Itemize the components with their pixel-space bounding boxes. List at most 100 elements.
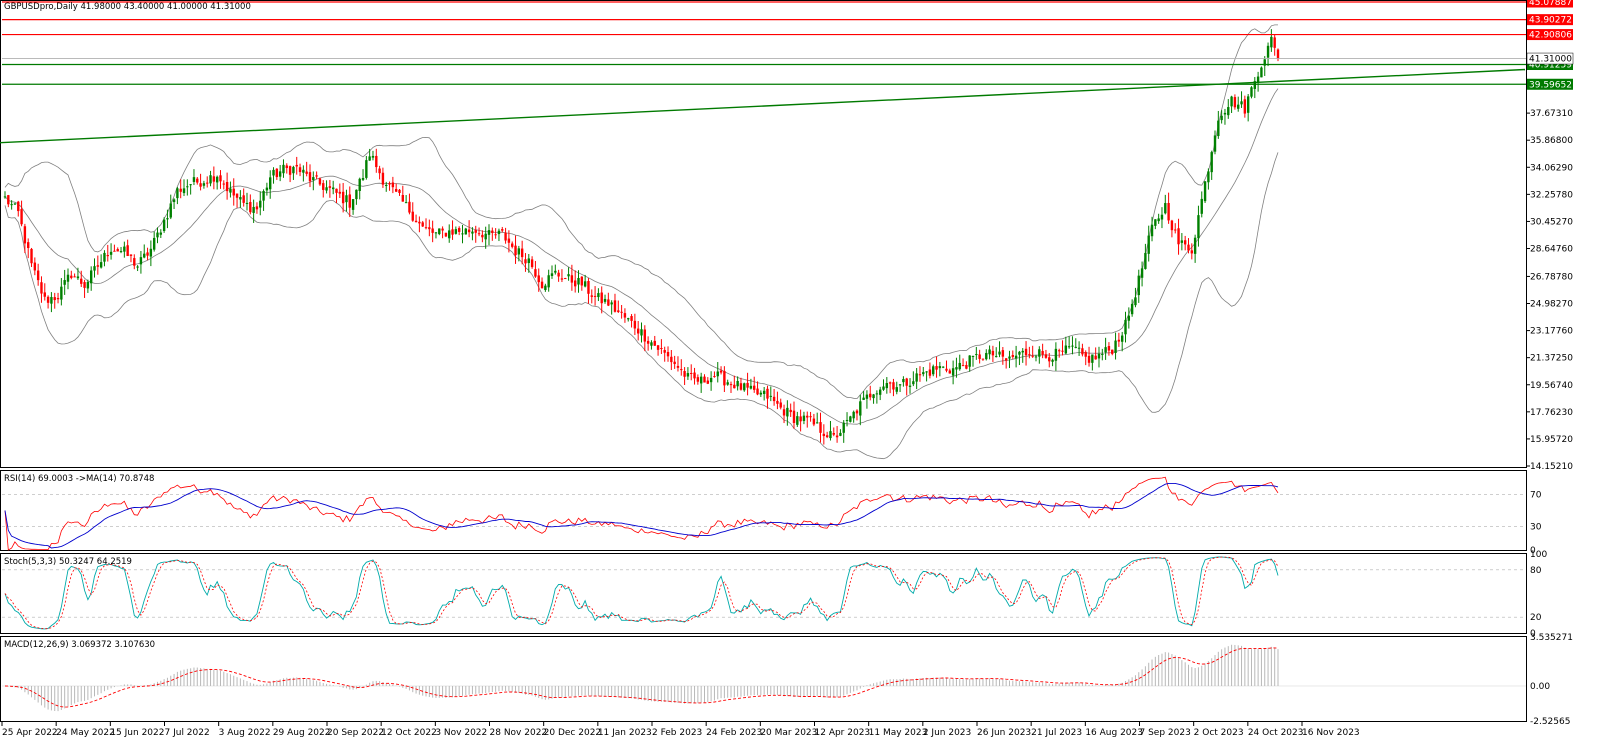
candle-body — [981, 358, 985, 360]
candle-body — [892, 382, 895, 390]
candle-body — [646, 340, 650, 344]
candle-body — [1114, 340, 1117, 353]
candle-body — [219, 175, 222, 182]
candle-body — [1246, 96, 1250, 113]
candle-body — [315, 175, 318, 177]
candle-body — [723, 370, 726, 386]
candle-body — [431, 228, 434, 233]
candle-body — [1104, 347, 1107, 353]
candle-body — [1011, 355, 1014, 357]
candle-body — [275, 168, 279, 178]
candle-body — [603, 298, 607, 302]
candle-body — [779, 402, 782, 408]
candle-body — [318, 178, 322, 185]
resistance-level-line-label: 45.07887 — [1529, 0, 1572, 8]
candle-body — [156, 232, 159, 238]
candle-body — [1177, 228, 1180, 245]
candle-body — [898, 384, 902, 386]
candle-body — [1031, 355, 1034, 357]
candle-body — [103, 252, 106, 262]
candle-body — [133, 258, 136, 266]
ascending-trendline[interactable] — [0, 68, 1526, 144]
candle-body — [206, 182, 209, 184]
candle-body — [912, 381, 915, 385]
candle-body — [40, 282, 43, 294]
candle-body — [73, 276, 76, 278]
candle-body — [448, 230, 451, 239]
candle-body — [451, 229, 454, 235]
candle-body — [99, 262, 103, 268]
candle-body — [1174, 229, 1177, 231]
candle-body — [673, 361, 676, 365]
candle-body — [83, 282, 86, 288]
candle-body — [978, 354, 981, 359]
price-tick-label: 21.37250 — [1530, 354, 1573, 364]
candle-body — [1038, 349, 1041, 357]
candle-body — [295, 164, 298, 167]
candle-body — [633, 320, 637, 329]
candle-body — [620, 311, 623, 313]
candle-body — [76, 276, 80, 279]
candle-body — [391, 182, 395, 188]
date-tick-label: 28 Nov 2022 — [490, 728, 548, 738]
candle-body — [1200, 198, 1203, 214]
candle-body — [776, 400, 779, 404]
candle-body — [338, 191, 342, 194]
date-tick-label: 24 Feb 2023 — [706, 728, 762, 738]
candle-body — [600, 292, 603, 304]
candle-body — [17, 201, 20, 212]
candle-body — [143, 253, 146, 258]
candle-body — [1233, 97, 1237, 108]
candle-body — [375, 155, 378, 168]
candle-body — [1018, 351, 1021, 355]
candle-body — [922, 372, 925, 375]
candle-body — [272, 169, 275, 176]
candle-body — [514, 245, 517, 256]
candle-body — [941, 366, 945, 368]
candle-body — [471, 231, 474, 234]
candle-body — [524, 259, 527, 264]
candle-body — [905, 378, 908, 386]
candle-body — [378, 168, 381, 174]
candle-body — [902, 379, 905, 383]
candle-body — [825, 435, 829, 438]
candle-body — [288, 166, 292, 175]
candle-body — [394, 188, 398, 192]
chart-canvas[interactable]: 37.67310 35.86800 34.06290 32.25780 30.45270… — [0, 0, 1600, 739]
trading-terminal-window: 37.67310 35.86800 34.06290 32.25780 30.45270… — [0, 0, 1600, 739]
rsi-label: RSI(14) 69.0003 ->MA(14) 70.8748 — [4, 474, 154, 484]
candle-body — [965, 365, 968, 369]
candle-body — [1223, 112, 1227, 115]
candle-body — [882, 386, 885, 390]
candle-body — [511, 243, 514, 247]
candle-body — [1051, 359, 1054, 362]
price-tick-label: 30.45270 — [1530, 217, 1573, 227]
candle-body — [935, 366, 938, 370]
candle-body — [617, 310, 620, 312]
candle-body — [554, 270, 557, 273]
candle-body — [305, 171, 308, 174]
horizontal-levels[interactable] — [0, 1, 1526, 144]
candle-body — [398, 189, 401, 194]
candle-body — [766, 388, 769, 399]
candle-body — [587, 280, 590, 294]
candle-body — [1220, 115, 1223, 121]
candle-body — [1250, 87, 1253, 97]
candle-body — [961, 365, 965, 367]
candle-body — [23, 226, 27, 244]
candle-body — [998, 351, 1001, 355]
candle-body — [706, 380, 710, 384]
rsi-panel-frame — [0, 470, 1527, 551]
candle-body — [696, 377, 700, 382]
candle-body — [1270, 36, 1273, 48]
candle-body — [1193, 237, 1197, 254]
candle-body — [123, 246, 126, 252]
candle-body — [564, 278, 567, 280]
indicator-tick-label: 100 — [1530, 550, 1547, 560]
candle-body — [414, 220, 418, 223]
candle-body — [1067, 346, 1071, 348]
candle-body — [7, 195, 10, 205]
candle-body — [859, 401, 862, 416]
candle-body — [351, 199, 355, 210]
candle-body — [829, 431, 832, 439]
